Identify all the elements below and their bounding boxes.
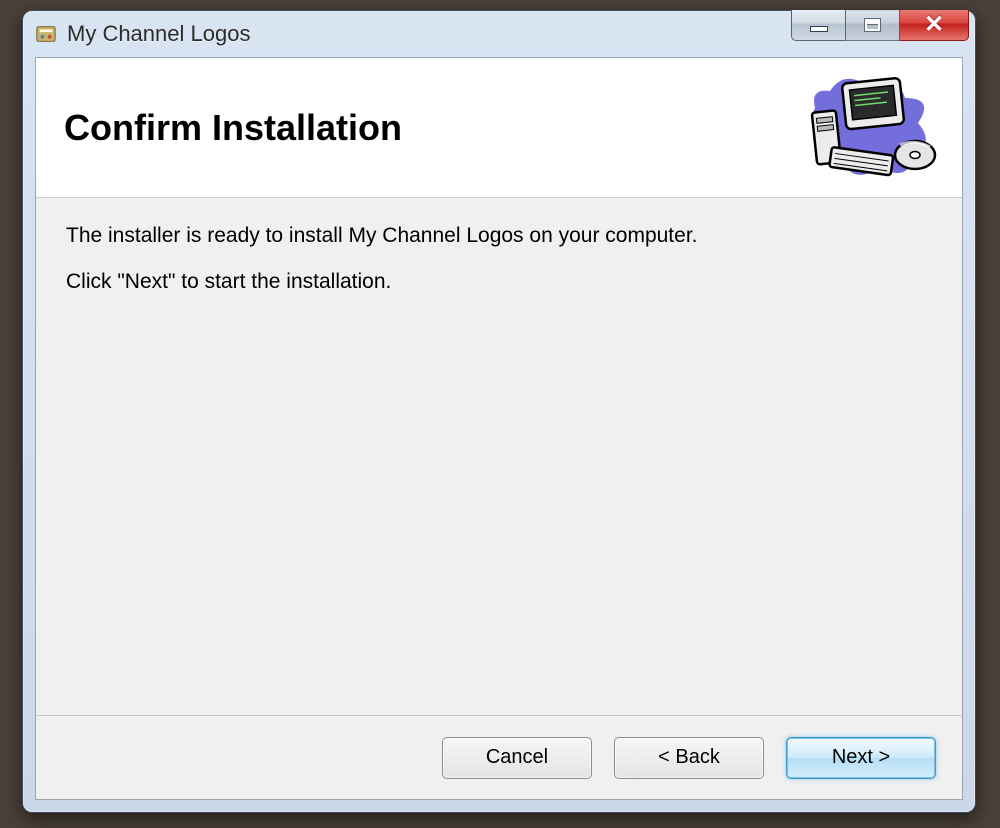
body-text-line1: The installer is ready to install My Cha… bbox=[66, 224, 932, 248]
app-icon bbox=[35, 23, 57, 45]
close-button[interactable]: ✕ bbox=[899, 10, 969, 41]
maximize-button[interactable] bbox=[845, 10, 900, 41]
page-heading: Confirm Installation bbox=[64, 107, 402, 149]
wizard-banner: Confirm Installation bbox=[36, 58, 962, 198]
installer-computer-icon bbox=[800, 73, 940, 183]
installer-window: My Channel Logos ✕ Confirm Installation bbox=[22, 10, 976, 813]
wizard-footer: Cancel < Back Next > bbox=[36, 715, 962, 799]
maximize-icon bbox=[865, 19, 880, 31]
close-icon: ✕ bbox=[924, 13, 944, 37]
body-text-line2: Click "Next" to start the installation. bbox=[66, 270, 932, 294]
caption-buttons: ✕ bbox=[792, 10, 969, 41]
cancel-button[interactable]: Cancel bbox=[442, 737, 592, 779]
title-bar[interactable]: My Channel Logos ✕ bbox=[23, 11, 975, 57]
minimize-button[interactable] bbox=[791, 10, 846, 41]
wizard-content: The installer is ready to install My Cha… bbox=[36, 198, 962, 715]
back-button[interactable]: < Back bbox=[614, 737, 764, 779]
window-title: My Channel Logos bbox=[67, 21, 250, 47]
minimize-icon bbox=[810, 26, 828, 32]
client-area: Confirm Installation bbox=[35, 57, 963, 800]
next-button[interactable]: Next > bbox=[786, 737, 936, 779]
